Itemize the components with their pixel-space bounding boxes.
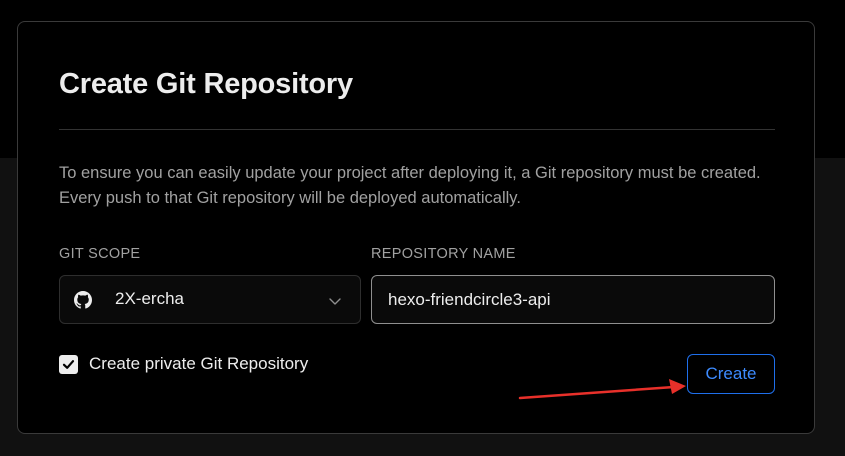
private-repository-checkbox[interactable] — [59, 355, 78, 374]
git-scope-label: GIT SCOPE — [59, 246, 141, 262]
repository-name-input[interactable] — [371, 275, 775, 324]
create-button[interactable]: Create — [687, 354, 775, 394]
private-repository-label[interactable]: Create private Git Repository — [89, 354, 308, 374]
red-arrow-icon — [518, 379, 686, 400]
git-scope-value: 2X-ercha — [115, 289, 184, 308]
create-git-repository-modal: Create Git Repository To ensure you can … — [17, 21, 815, 434]
checkmark-icon — [62, 360, 75, 369]
repository-name-label: REPOSITORY NAME — [371, 246, 516, 262]
github-icon — [74, 291, 92, 309]
modal-description: To ensure you can easily update your pro… — [59, 164, 761, 207]
git-scope-select[interactable]: 2X-ercha — [59, 275, 361, 324]
title-divider — [59, 129, 775, 130]
modal-title: Create Git Repository — [59, 68, 353, 100]
chevron-down-icon — [329, 298, 341, 305]
